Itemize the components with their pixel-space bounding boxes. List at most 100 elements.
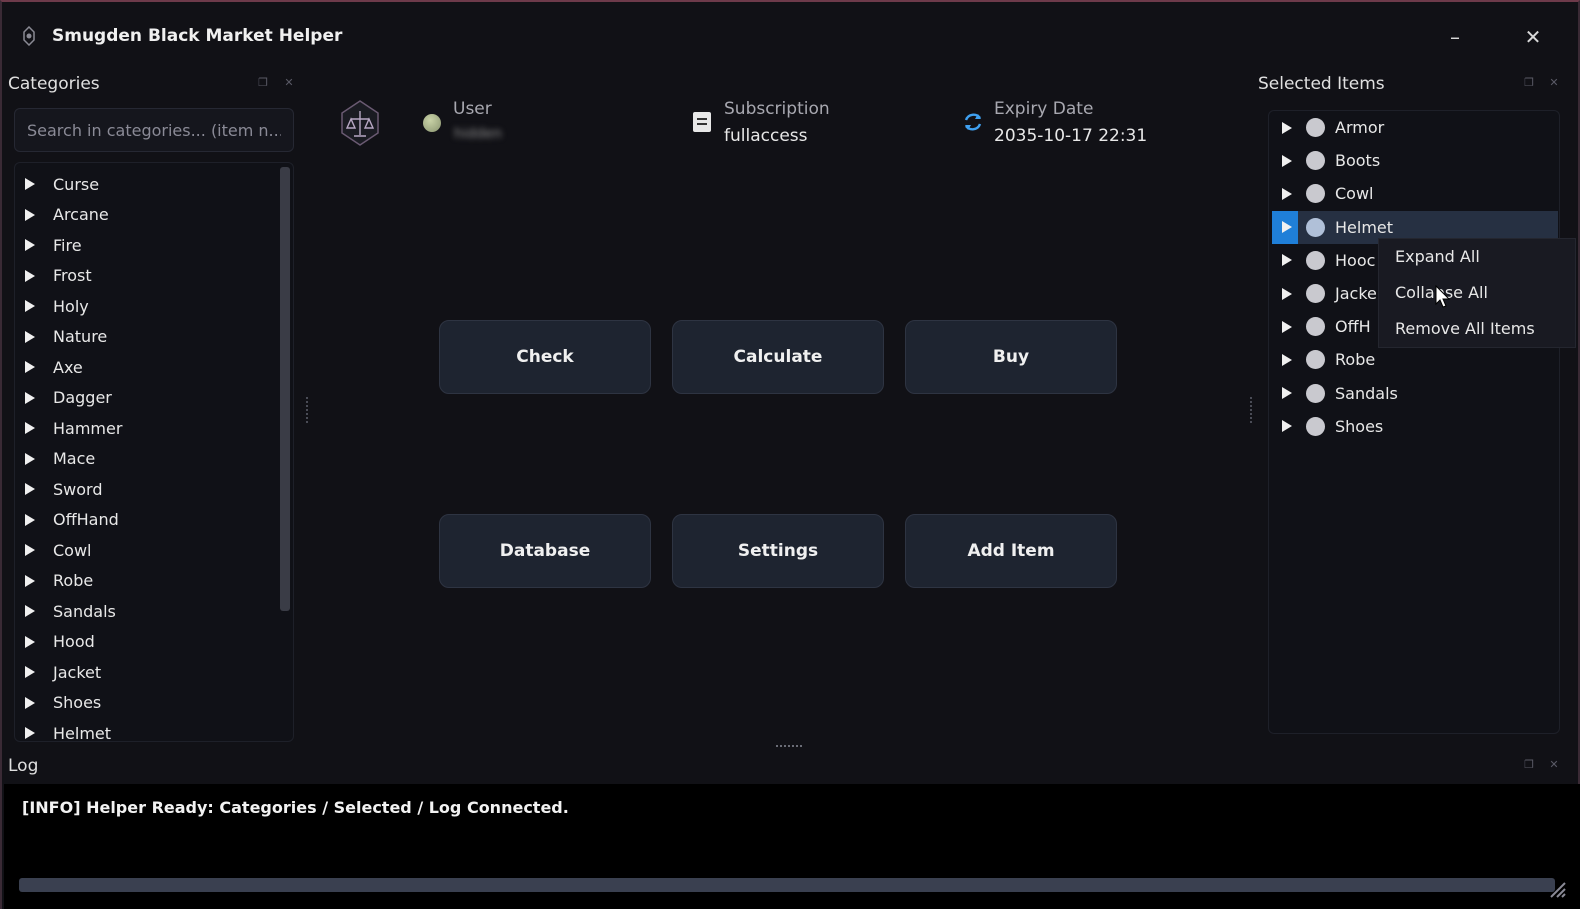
category-item[interactable]: Holy [15, 291, 277, 322]
selected-item-row[interactable]: Cowl [1272, 177, 1558, 210]
add-item-button[interactable]: Add Item [905, 514, 1117, 588]
expand-arrow-icon[interactable] [25, 574, 35, 587]
calculate-button[interactable]: Calculate [672, 320, 884, 394]
check-button[interactable]: Check [439, 320, 651, 394]
selected-item-row[interactable]: Shoes [1272, 410, 1558, 443]
selected-item-row[interactable]: Robe [1272, 343, 1558, 376]
category-item[interactable]: Robe [15, 566, 277, 597]
expand-arrow-icon[interactable] [1272, 310, 1298, 343]
selected-float-icon[interactable]: ❐ [1523, 77, 1535, 89]
category-item[interactable]: Hood [15, 627, 277, 658]
categories-tree[interactable]: Curse Arcane Fire Frost Holy Nature Axe Dagger H… [14, 162, 294, 742]
user-label: User [453, 99, 492, 119]
expand-arrow-icon[interactable] [25, 178, 35, 191]
category-item[interactable]: Dagger [15, 383, 277, 414]
category-item[interactable]: Frost [15, 261, 277, 292]
category-item[interactable]: Shoes [15, 688, 277, 719]
right-splitter-handle[interactable] [1250, 397, 1254, 423]
selected-item-row[interactable]: Sandals [1272, 377, 1558, 410]
expand-arrow-icon[interactable] [25, 483, 35, 496]
expand-arrow-icon[interactable] [1272, 177, 1298, 210]
selected-item-label: Armor [1335, 118, 1385, 137]
categories-float-icon[interactable]: ❐ [257, 77, 269, 89]
category-item[interactable]: Nature [15, 322, 277, 353]
item-circle-icon [1306, 284, 1325, 303]
selected-item-label: OffH [1335, 317, 1371, 337]
close-button[interactable]: ✕ [1518, 24, 1548, 50]
triangle-icon [1281, 221, 1292, 234]
minimize-button[interactable]: – [1440, 24, 1470, 50]
category-item[interactable]: Hammer [15, 413, 277, 444]
expand-arrow-icon[interactable] [25, 208, 35, 221]
expand-arrow-icon[interactable] [1272, 410, 1298, 443]
log-output[interactable]: [INFO] Helper Ready: Categories / Select… [4, 784, 1580, 909]
triangle-icon [1281, 121, 1292, 134]
remove-all-items-menu-item[interactable]: Remove All Items [1395, 319, 1535, 338]
category-item[interactable]: Jacket [15, 657, 277, 688]
selected-item-label: Cowl [1335, 184, 1374, 204]
category-item[interactable]: Sword [15, 474, 277, 505]
expand-arrow-icon[interactable] [25, 269, 35, 282]
expand-arrow-icon[interactable] [25, 605, 35, 618]
expand-arrow-icon[interactable] [1272, 343, 1298, 376]
category-label: OffHand [53, 510, 119, 530]
expand-arrow-icon[interactable] [25, 422, 35, 435]
selected-item-row[interactable]: Armor [1272, 111, 1558, 144]
item-circle-icon [1306, 416, 1325, 436]
bottom-splitter-handle[interactable] [776, 745, 802, 749]
expand-all-menu-item[interactable]: Expand All [1395, 247, 1480, 266]
title-bar[interactable]: Smugden Black Market Helper – ✕ [2, 2, 1578, 68]
expand-arrow-icon[interactable] [1272, 144, 1298, 177]
log-float-icon[interactable]: ❐ [1523, 759, 1535, 771]
left-splitter-handle[interactable] [306, 397, 310, 423]
category-item[interactable]: Mace [15, 444, 277, 475]
expand-arrow-icon[interactable] [25, 452, 35, 465]
expand-arrow-icon[interactable] [1272, 210, 1298, 244]
category-label: Frost [53, 266, 92, 286]
app-logo-icon [23, 26, 35, 46]
category-item[interactable]: Curse [15, 169, 277, 200]
expand-arrow-icon[interactable] [25, 666, 35, 679]
category-item[interactable]: Cowl [15, 535, 277, 566]
category-item[interactable]: Fire [15, 230, 277, 261]
database-button[interactable]: Database [439, 514, 651, 588]
settings-button[interactable]: Settings [672, 514, 884, 588]
selected-item-label: Robe [1335, 350, 1376, 370]
expand-arrow-icon[interactable] [1272, 377, 1298, 410]
log-title: Log [8, 756, 39, 776]
expand-arrow-icon[interactable] [25, 513, 35, 526]
category-item[interactable]: OffHand [15, 505, 277, 536]
item-circle-icon [1306, 317, 1325, 337]
category-item[interactable]: Helmet [15, 718, 277, 741]
context-menu: Expand All Collapse All Remove All Items [1378, 238, 1576, 348]
category-item[interactable]: Axe [15, 352, 277, 383]
expand-arrow-icon[interactable] [1272, 111, 1298, 144]
category-item[interactable]: Sandals [15, 596, 277, 627]
category-search-input[interactable] [14, 108, 294, 152]
expand-arrow-icon[interactable] [25, 727, 35, 740]
expand-arrow-icon[interactable] [1272, 277, 1298, 310]
expand-arrow-icon[interactable] [25, 239, 35, 252]
triangle-icon [1281, 353, 1292, 366]
expand-arrow-icon[interactable] [25, 696, 35, 709]
selected-close-icon[interactable]: ✕ [1548, 77, 1560, 89]
categories-list: Curse Arcane Fire Frost Holy Nature Axe Dagger H… [15, 169, 277, 741]
selected-item-row[interactable]: Boots [1272, 144, 1558, 177]
expand-arrow-icon[interactable] [25, 391, 35, 404]
triangle-icon [1281, 287, 1292, 300]
category-label: Sandals [53, 601, 116, 621]
categories-close-icon[interactable]: ✕ [283, 77, 295, 89]
resize-grip-icon[interactable] [1547, 879, 1567, 899]
expand-arrow-icon[interactable] [1272, 244, 1298, 277]
expand-arrow-icon[interactable] [25, 361, 35, 374]
log-close-icon[interactable]: ✕ [1548, 759, 1560, 771]
buy-button[interactable]: Buy [905, 320, 1117, 394]
expand-arrow-icon[interactable] [25, 330, 35, 343]
categories-scrollbar[interactable] [280, 167, 290, 611]
expand-arrow-icon[interactable] [25, 544, 35, 557]
log-scrollbar[interactable] [19, 878, 1555, 892]
category-item[interactable]: Arcane [15, 200, 277, 231]
expand-arrow-icon[interactable] [25, 635, 35, 648]
item-circle-icon [1306, 250, 1325, 270]
expand-arrow-icon[interactable] [25, 300, 35, 313]
